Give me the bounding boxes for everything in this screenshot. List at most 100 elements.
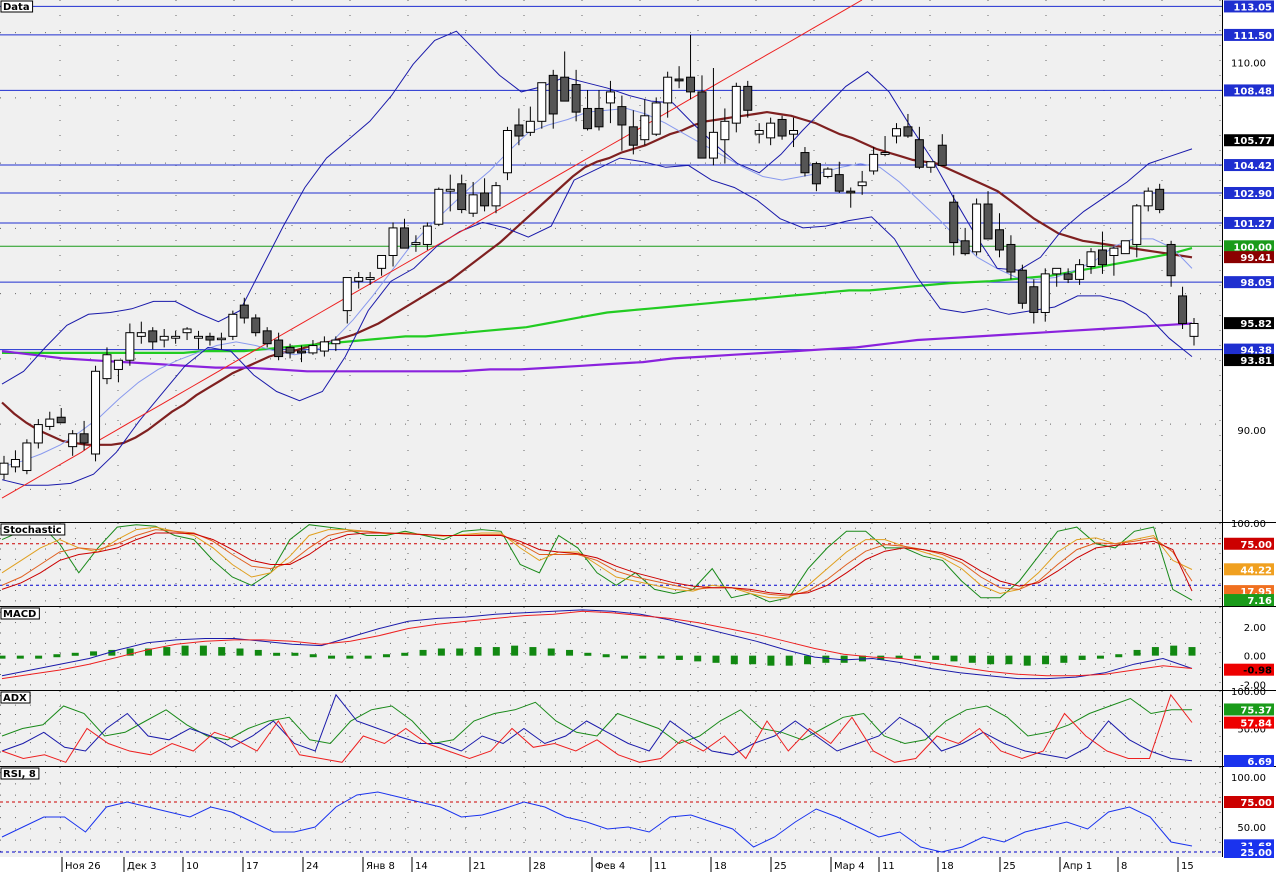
histogram-bar bbox=[364, 655, 372, 659]
candle-body bbox=[285, 346, 295, 354]
candle-body bbox=[125, 332, 135, 361]
price-badge-label: 57.84 bbox=[1240, 719, 1272, 730]
candle-body bbox=[148, 330, 158, 343]
price-badge-label: -0.98 bbox=[1243, 666, 1272, 677]
candle-body bbox=[1017, 269, 1027, 304]
candle-body bbox=[514, 124, 524, 137]
histogram-bar bbox=[16, 655, 24, 659]
panel-label: Data bbox=[3, 2, 30, 13]
x-tick-label: 11 bbox=[882, 861, 895, 872]
candle-body bbox=[651, 102, 661, 135]
histogram-bar bbox=[1005, 655, 1013, 665]
histogram-bar bbox=[401, 652, 409, 656]
candle-body bbox=[869, 153, 879, 172]
histogram-bar bbox=[584, 652, 592, 656]
histogram-bar bbox=[163, 647, 171, 656]
candle-body bbox=[617, 106, 627, 126]
panel-main-background bbox=[0, 0, 1222, 522]
candle-body bbox=[640, 115, 650, 141]
histogram-bar bbox=[254, 649, 262, 656]
candle-body bbox=[10, 459, 20, 468]
candle-body bbox=[1109, 247, 1119, 256]
candle-body bbox=[171, 335, 181, 339]
histogram-bar bbox=[419, 649, 427, 656]
histogram-bar bbox=[474, 647, 482, 656]
panel-adx-background bbox=[0, 691, 1222, 766]
trading-chart: Data110.0090.00113.05111.50108.48104.421… bbox=[0, 0, 1276, 872]
histogram-bar bbox=[602, 654, 610, 658]
x-tick-label: Мар 4 bbox=[834, 861, 865, 872]
candle-body bbox=[560, 76, 570, 102]
candle-body bbox=[457, 183, 467, 211]
histogram-bar bbox=[1042, 655, 1050, 665]
histogram-bar bbox=[968, 655, 976, 663]
y-tick-label: 2.00 bbox=[1244, 623, 1266, 634]
panel-label: MACD bbox=[3, 609, 36, 620]
histogram-bar bbox=[1170, 645, 1178, 656]
histogram-bar bbox=[71, 652, 79, 656]
candle-body bbox=[674, 78, 684, 82]
price-badge-label: 105.77 bbox=[1233, 136, 1272, 147]
price-badge-label: 75.00 bbox=[1240, 540, 1272, 551]
histogram-bar bbox=[437, 648, 445, 656]
candle-body bbox=[766, 122, 776, 139]
candle-body bbox=[708, 131, 718, 159]
histogram-bar bbox=[1023, 655, 1031, 666]
candle-body bbox=[113, 359, 123, 370]
candle-body bbox=[880, 152, 890, 155]
price-badge-label: 7.16 bbox=[1247, 596, 1272, 607]
candle-body bbox=[903, 126, 913, 137]
candle-body bbox=[102, 354, 112, 380]
histogram-bar bbox=[639, 655, 647, 659]
candle-body bbox=[194, 335, 204, 339]
x-tick-label: 24 bbox=[306, 861, 319, 872]
candle-body bbox=[789, 130, 799, 135]
price-badge-label: 99.41 bbox=[1240, 253, 1272, 264]
panel-label: Stochastic bbox=[3, 525, 62, 536]
candle-body bbox=[663, 76, 673, 104]
histogram-bar bbox=[1078, 655, 1086, 660]
candle-body bbox=[960, 240, 970, 255]
histogram-bar bbox=[932, 655, 940, 660]
candle-body bbox=[857, 181, 867, 187]
candle-body bbox=[319, 341, 329, 352]
x-tick-label: Апр 1 bbox=[1063, 861, 1092, 872]
candle-body bbox=[731, 85, 741, 124]
candle-body bbox=[228, 313, 238, 337]
candle-body bbox=[994, 229, 1004, 251]
candle-body bbox=[205, 335, 215, 341]
candle-body bbox=[388, 227, 398, 256]
histogram-bar bbox=[492, 647, 500, 656]
candle-body bbox=[1029, 286, 1039, 313]
candle-body bbox=[972, 203, 982, 253]
histogram-bar bbox=[822, 655, 830, 663]
y-tick-label: 110.00 bbox=[1231, 58, 1266, 69]
candle-body bbox=[949, 201, 959, 244]
candle-body bbox=[1132, 205, 1142, 245]
x-tick-label: Дек 3 bbox=[127, 861, 157, 872]
candle-body bbox=[846, 190, 856, 194]
histogram-bar bbox=[620, 655, 628, 659]
y-tick-label: 0.00 bbox=[1244, 652, 1266, 663]
histogram-bar bbox=[547, 648, 555, 656]
x-tick-label: 8 bbox=[1121, 861, 1127, 872]
histogram-bar bbox=[804, 655, 812, 665]
candle-body bbox=[1143, 190, 1153, 207]
candle-body bbox=[216, 337, 226, 341]
histogram-bar bbox=[53, 654, 61, 658]
y-tick-label: 100.00 bbox=[1231, 773, 1266, 784]
candle-body bbox=[686, 76, 696, 93]
histogram-bar bbox=[236, 648, 244, 656]
histogram-bar bbox=[181, 645, 189, 656]
panel-label: ADX bbox=[3, 693, 27, 704]
y-tick-label: 50.00 bbox=[1237, 823, 1266, 834]
histogram-bar bbox=[273, 652, 281, 656]
price-badge-label: 111.50 bbox=[1233, 31, 1272, 42]
candle-body bbox=[0, 462, 9, 475]
candle-body bbox=[22, 442, 32, 472]
candle-body bbox=[399, 227, 409, 249]
price-badge-label: 44.22 bbox=[1240, 565, 1272, 576]
x-tick-label: Ноя 26 bbox=[65, 861, 101, 872]
candle-body bbox=[1075, 264, 1085, 280]
candle-body bbox=[628, 126, 638, 146]
